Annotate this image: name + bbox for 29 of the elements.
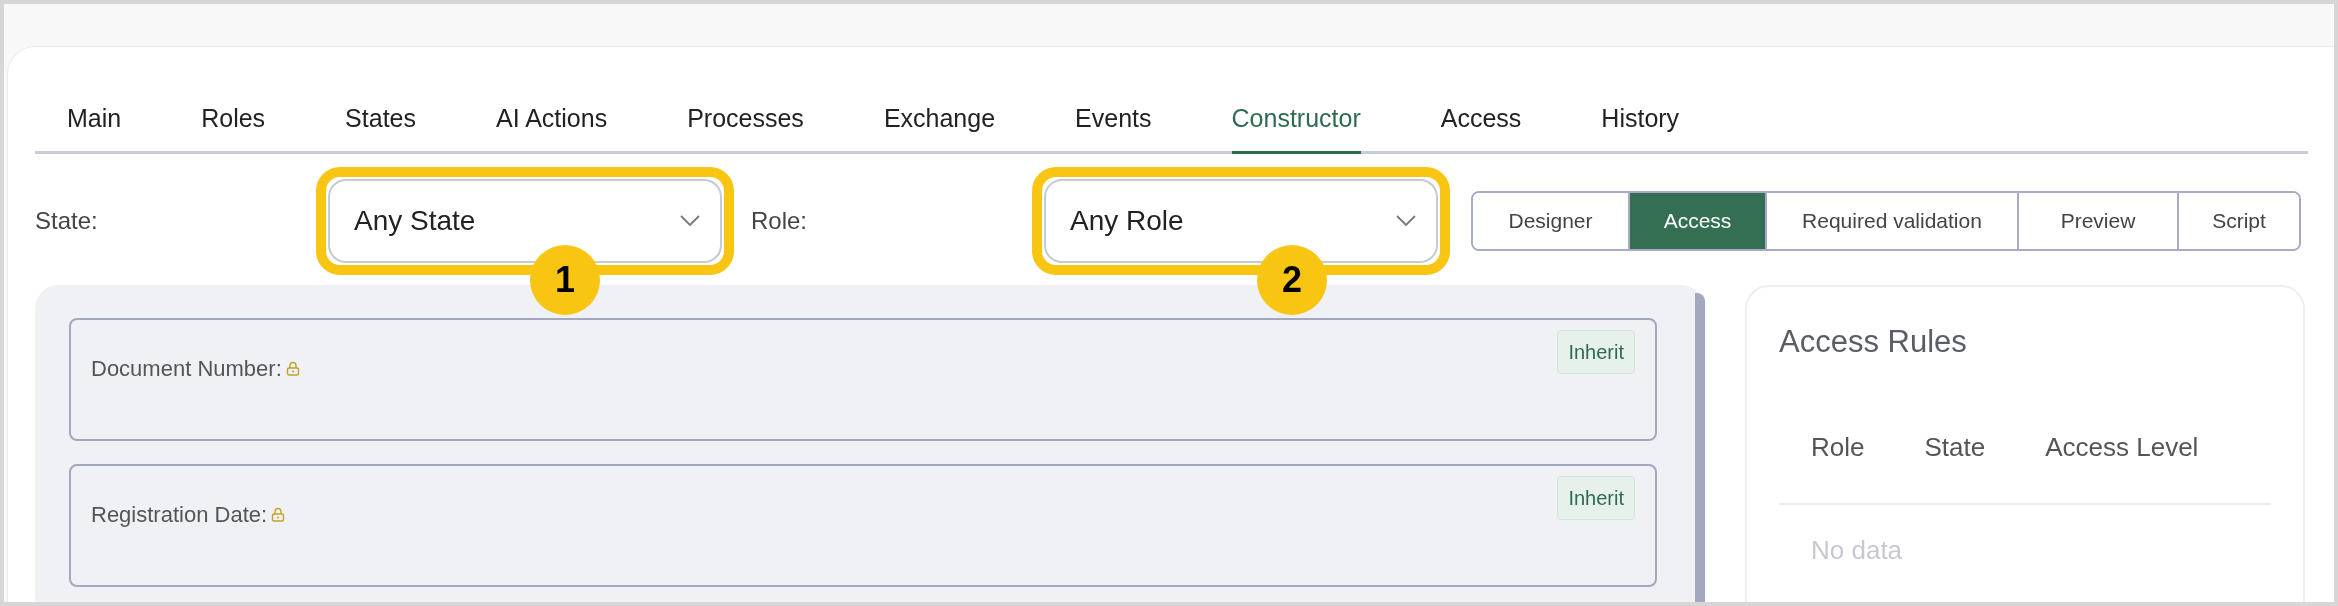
tab[interactable]: Constructor [1231,87,1361,154]
chevron-down-icon [1396,215,1416,227]
tab[interactable]: AI Actions [496,87,608,154]
tab[interactable]: Processes [687,87,804,154]
tab[interactable]: Exchange [883,87,996,154]
tab[interactable]: Main [67,87,122,154]
tab[interactable]: Events [1075,87,1152,154]
tab[interactable]: Access [1440,87,1522,154]
field-card[interactable]: Document Number: Inherit [69,318,1657,441]
column-header: State [1924,430,1986,464]
scrollbar[interactable] [1695,293,1705,602]
column-header: Access Level [2045,430,2199,464]
inherit-tag: Inherit [1557,476,1635,520]
tab[interactable]: States [345,87,416,154]
field-label: Registration Date: [91,501,268,529]
segment-tab[interactable]: Script [2177,193,2299,249]
tab[interactable]: Roles [201,87,266,154]
field-label: Document Number: [91,355,282,383]
filter-label: State: [35,206,99,236]
dropdown[interactable]: Any State [328,179,722,263]
filter-label: Role: [751,206,809,236]
dropdown[interactable]: Any Role [1044,179,1438,263]
segment-tab[interactable]: Access [1628,193,1765,249]
column-header: Role [1811,430,1865,464]
inherit-tag: Inherit [1557,330,1635,374]
chevron-down-icon [680,215,700,227]
panel-title: Access Rules [1779,323,1968,361]
field-card[interactable]: Registration Date: Inherit [69,464,1657,587]
tab[interactable]: History [1601,87,1680,154]
